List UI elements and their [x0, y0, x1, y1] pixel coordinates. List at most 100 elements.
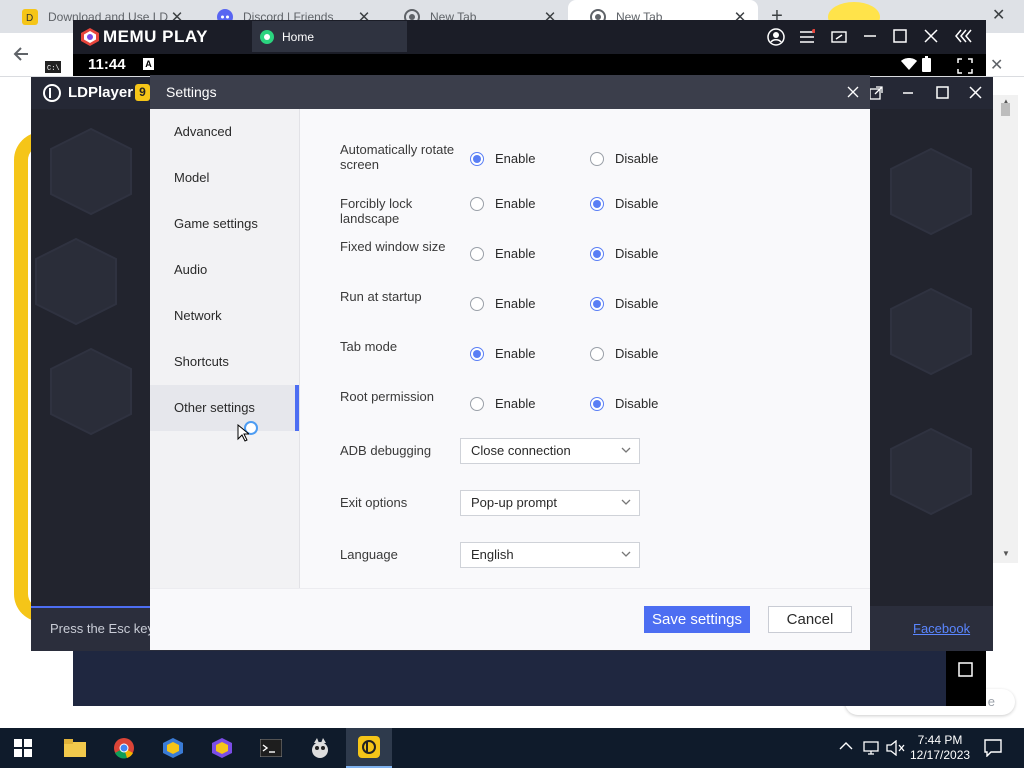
enable-radio[interactable]: [470, 197, 484, 211]
enable-radio-label[interactable]: Enable: [495, 346, 535, 361]
enable-radio-label[interactable]: Enable: [495, 151, 535, 166]
notifications-icon[interactable]: [984, 739, 1002, 757]
dialog-title: Settings: [166, 84, 217, 100]
enable-radio-label[interactable]: Enable: [495, 296, 535, 311]
browser-close-icon[interactable]: ✕: [992, 5, 1012, 25]
settings-content: Automatically rotate screen Forcibly loc…: [300, 109, 870, 588]
exit-options-select[interactable]: Pop-up prompt: [460, 490, 640, 516]
memu-title-bar: MEMU PLAY: [73, 20, 986, 54]
popout-icon[interactable]: [869, 86, 883, 100]
enable-radio-label[interactable]: Enable: [495, 396, 535, 411]
maximize-icon[interactable]: [893, 29, 907, 43]
select-value: Close connection: [471, 443, 571, 458]
memu-icon[interactable]: [199, 728, 245, 768]
version-badge: 9: [135, 84, 150, 101]
enable-radio[interactable]: [470, 247, 484, 261]
ldplayer-taskbar-icon[interactable]: [346, 728, 392, 768]
option-label: Fixed window size: [340, 239, 446, 254]
nav-item-shortcuts[interactable]: Shortcuts: [150, 339, 299, 385]
facebook-link[interactable]: Facebook: [913, 621, 970, 636]
nav-item-other-settings[interactable]: Other settings: [150, 385, 299, 431]
status-time: 11:44: [88, 56, 126, 73]
option-label: Run at startup: [340, 289, 422, 304]
svg-text:C:\: C:\: [47, 65, 60, 73]
scrollbar[interactable]: ▲ ▼: [993, 95, 1018, 563]
show-hidden-icons-icon[interactable]: [839, 741, 853, 751]
progress-strip: [31, 606, 151, 608]
dialog-close-icon[interactable]: [847, 86, 859, 98]
disable-radio-label[interactable]: Disable: [615, 296, 658, 311]
disable-radio[interactable]: [590, 152, 604, 166]
enable-radio[interactable]: [470, 297, 484, 311]
disable-radio-label[interactable]: Disable: [615, 346, 658, 361]
fullscreen-icon[interactable]: [957, 58, 973, 74]
memu-close-icon[interactable]: [924, 29, 938, 43]
disable-radio-label[interactable]: Disable: [615, 196, 658, 211]
svg-text:D: D: [26, 13, 33, 24]
minimize-icon[interactable]: [902, 87, 914, 99]
chevron-down-icon: [621, 499, 631, 506]
disable-radio[interactable]: [590, 197, 604, 211]
disable-radio-label[interactable]: Disable: [615, 396, 658, 411]
screen-cast-icon[interactable]: [831, 29, 847, 45]
disable-radio[interactable]: [590, 397, 604, 411]
taskbar-clock[interactable]: 7:44 PM 12/17/2023: [910, 733, 970, 763]
language-select[interactable]: English: [460, 542, 640, 568]
chrome-icon[interactable]: [101, 728, 147, 768]
network-icon[interactable]: [863, 740, 881, 756]
select-label: Language: [340, 547, 398, 562]
nav-item-advanced[interactable]: Advanced: [150, 109, 299, 155]
settings-dialog: Settings Advanced Model Game settings Au…: [150, 75, 870, 650]
clock-time: 7:44 PM: [917, 733, 963, 747]
collapse-sidebar-icon[interactable]: [955, 29, 973, 43]
nav-item-model[interactable]: Model: [150, 155, 299, 201]
wifi-icon: [901, 57, 917, 71]
cancel-button[interactable]: Cancel: [768, 606, 852, 633]
account-icon[interactable]: [767, 28, 785, 46]
close-icon[interactable]: [969, 86, 982, 99]
disable-radio-label[interactable]: Disable: [615, 246, 658, 261]
volume-muted-icon[interactable]: [886, 740, 906, 756]
enable-radio[interactable]: [470, 347, 484, 361]
disable-radio[interactable]: [590, 297, 604, 311]
save-settings-button[interactable]: Save settings: [644, 606, 750, 633]
terminal-icon[interactable]: [248, 728, 294, 768]
maximize-icon[interactable]: [936, 86, 949, 99]
file-explorer-icon[interactable]: [52, 728, 98, 768]
enable-radio[interactable]: [470, 152, 484, 166]
memu-brand: MEMU PLAY: [103, 27, 208, 46]
chevron-down-icon: [621, 551, 631, 558]
square-icon[interactable]: [958, 662, 973, 677]
enable-radio-label[interactable]: Enable: [495, 246, 535, 261]
start-button[interactable]: [0, 728, 46, 768]
mouse-cursor-icon: [237, 424, 249, 442]
option-label: Automatically rotate screen: [340, 142, 455, 172]
nav-item-audio[interactable]: Audio: [150, 247, 299, 293]
memu-home-tab[interactable]: Home: [252, 21, 407, 52]
minimize-icon[interactable]: [863, 29, 877, 43]
home-icon: [260, 29, 274, 44]
memu-logo-icon: [80, 27, 100, 47]
disable-radio[interactable]: [590, 347, 604, 361]
nav-item-network[interactable]: Network: [150, 293, 299, 339]
status-badge: A: [143, 58, 154, 70]
enable-radio-label[interactable]: Enable: [495, 196, 535, 211]
scroll-thumb[interactable]: [1001, 103, 1010, 116]
option-label: Root permission: [340, 389, 434, 404]
windows-logo-icon: [14, 739, 32, 757]
windows-taskbar: 7:44 PM 12/17/2023: [0, 728, 1024, 768]
scroll-down-icon[interactable]: ▼: [1002, 549, 1010, 558]
close-icon[interactable]: ✕: [990, 55, 1003, 75]
adb-debugging-select[interactable]: Close connection: [460, 438, 640, 464]
ldplayer-brand: LDPlayer: [68, 84, 134, 101]
menu-icon[interactable]: [799, 29, 815, 45]
back-arrow-icon[interactable]: [12, 45, 30, 63]
select-value: Pop-up prompt: [471, 495, 557, 510]
disable-radio-label[interactable]: Disable: [615, 151, 658, 166]
enable-radio[interactable]: [470, 397, 484, 411]
mascot-app-icon[interactable]: [297, 728, 343, 768]
nav-item-game-settings[interactable]: Game settings: [150, 201, 299, 247]
android-status-bar: 11:44 A: [73, 54, 986, 76]
disable-radio[interactable]: [590, 247, 604, 261]
memu-multi-icon[interactable]: [150, 728, 196, 768]
